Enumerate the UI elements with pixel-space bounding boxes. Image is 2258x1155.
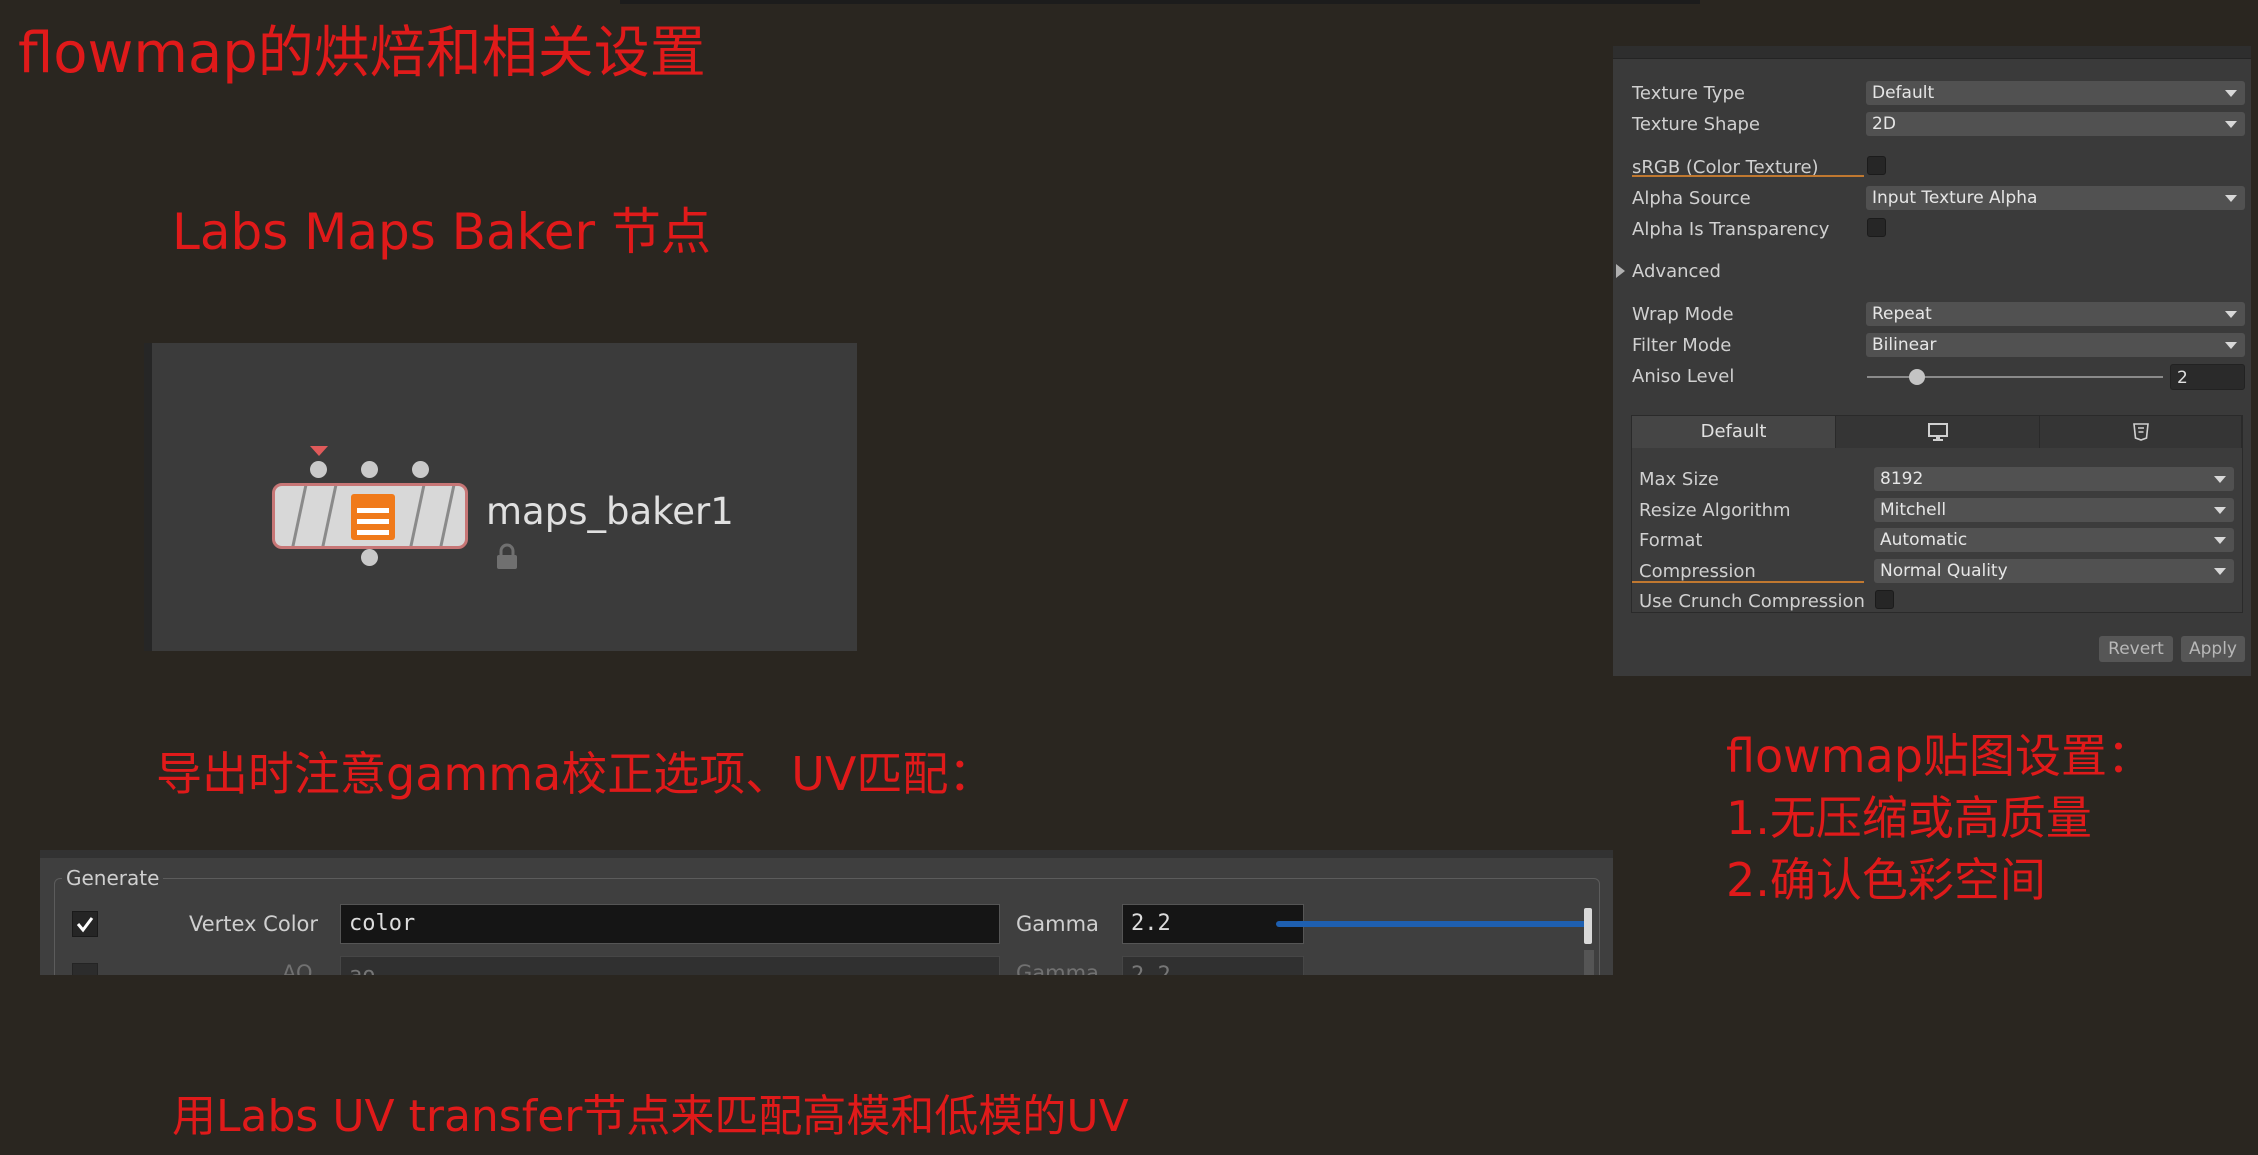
ao-field[interactable]: ao — [340, 956, 1000, 975]
chevron-down-icon — [2214, 476, 2226, 483]
crunch-label: Use Crunch Compression — [1639, 591, 1865, 612]
chevron-down-icon — [2225, 121, 2237, 128]
texture-shape-label: Texture Shape — [1632, 114, 1760, 135]
compression-dropdown[interactable]: Normal Quality — [1874, 559, 2234, 583]
lock-icon[interactable] — [494, 543, 520, 571]
wrap-mode-label: Wrap Mode — [1632, 304, 1734, 325]
chevron-down-icon — [2214, 507, 2226, 514]
compression-label: Compression — [1639, 561, 1756, 582]
texture-import-inspector: Texture Type Default Texture Shape 2D sR… — [1613, 46, 2251, 676]
gamma-slider-track[interactable] — [1276, 921, 1590, 927]
ao-checkbox[interactable] — [72, 963, 98, 975]
gamma-label: Gamma — [1016, 912, 1099, 936]
resize-algorithm-value: Mitchell — [1880, 500, 1947, 520]
filter-mode-label: Filter Mode — [1632, 335, 1732, 356]
compression-value: Normal Quality — [1880, 561, 2008, 581]
alpha-source-label: Alpha Source — [1632, 188, 1751, 209]
aniso-level-label: Aniso Level — [1632, 366, 1735, 387]
aniso-level-field[interactable]: 2 — [2170, 364, 2245, 390]
page-title: flowmap的烘焙和相关设置 — [18, 21, 706, 86]
tab-webgl[interactable] — [2040, 416, 2242, 448]
vertex-color-field[interactable]: color — [340, 904, 1000, 944]
ao-gamma-field[interactable]: 2.2 — [1122, 956, 1304, 975]
format-value: Automatic — [1880, 530, 1968, 550]
checkmark-icon — [76, 917, 94, 933]
wrap-mode-dropdown[interactable]: Repeat — [1866, 302, 2245, 326]
format-dropdown[interactable]: Automatic — [1874, 528, 2234, 552]
input-port-1[interactable] — [310, 461, 327, 478]
override-underline — [1632, 175, 1864, 177]
node-section-title: Labs Maps Baker 节点 — [172, 203, 711, 261]
display-flag-icon[interactable] — [310, 446, 328, 456]
export-note: 导出时注意gamma校正选项、UV匹配： — [156, 747, 995, 801]
chevron-down-icon — [2225, 90, 2237, 97]
texture-shape-value: 2D — [1872, 114, 1896, 134]
generate-title: Generate — [62, 866, 164, 890]
output-port[interactable] — [361, 549, 378, 566]
input-port-2[interactable] — [361, 461, 378, 478]
apply-button[interactable]: Apply — [2181, 636, 2245, 662]
texture-type-dropdown[interactable]: Default — [1866, 81, 2245, 105]
chevron-down-icon — [2214, 537, 2226, 544]
top-bar — [620, 0, 1700, 4]
vertex-color-label: Vertex Color — [189, 912, 319, 936]
monitor-icon — [1927, 423, 1948, 441]
tab-default[interactable]: Default — [1632, 416, 1836, 448]
texture-shape-dropdown[interactable]: 2D — [1866, 112, 2245, 136]
scrollbar[interactable] — [1584, 950, 1594, 975]
node-editor-panel: maps_baker1 — [144, 343, 857, 651]
html5-icon — [2132, 423, 2149, 441]
texture-type-label: Texture Type — [1632, 83, 1745, 104]
advanced-foldout[interactable]: Advanced — [1632, 261, 1721, 282]
ao-gamma-label: Gamma — [1016, 961, 1099, 975]
ao-label: AO — [282, 961, 313, 975]
srgb-checkbox[interactable] — [1867, 156, 1886, 175]
maps-baker-icon — [351, 494, 395, 540]
alpha-source-dropdown[interactable]: Input Texture Alpha — [1866, 186, 2245, 210]
texture-type-value: Default — [1872, 83, 1935, 103]
alpha-transparency-label: Alpha Is Transparency — [1632, 219, 1830, 240]
filter-mode-value: Bilinear — [1872, 335, 1937, 355]
revert-button[interactable]: Revert — [2099, 636, 2173, 662]
max-size-value: 8192 — [1880, 469, 1924, 489]
max-size-dropdown[interactable]: 8192 — [1874, 467, 2234, 491]
chevron-down-icon — [2225, 342, 2237, 349]
input-port-3[interactable] — [412, 461, 429, 478]
chevron-down-icon — [2225, 311, 2237, 318]
chevron-down-icon — [2214, 568, 2226, 575]
alpha-source-value: Input Texture Alpha — [1872, 188, 2038, 208]
generate-panel: Generate Vertex Color color Gamma 2.2 AO… — [40, 850, 1613, 975]
alpha-transparency-checkbox[interactable] — [1867, 218, 1886, 237]
maps-baker-node[interactable] — [272, 483, 468, 549]
filter-mode-dropdown[interactable]: Bilinear — [1866, 333, 2245, 357]
wrap-mode-value: Repeat — [1872, 304, 1932, 324]
vertex-color-checkbox[interactable] — [72, 911, 98, 937]
format-label: Format — [1639, 530, 1703, 551]
texture-note-title: flowmap贴图设置： — [1726, 729, 2153, 783]
override-underline — [1632, 581, 1864, 583]
resize-algorithm-dropdown[interactable]: Mitchell — [1874, 498, 2234, 522]
crunch-checkbox[interactable] — [1875, 590, 1894, 609]
node-name-label[interactable]: maps_baker1 — [486, 490, 734, 533]
chevron-down-icon — [2225, 195, 2237, 202]
max-size-label: Max Size — [1639, 469, 1719, 490]
uv-transfer-note: 用Labs UV transfer节点来匹配高模和低模的UV — [172, 1091, 1129, 1142]
texture-note-2: 2.确认色彩空间 — [1726, 853, 2046, 907]
panel-edge — [144, 343, 152, 651]
aniso-slider-thumb[interactable] — [1909, 369, 1925, 385]
resize-algorithm-label: Resize Algorithm — [1639, 500, 1791, 521]
gamma-slider-thumb[interactable] — [1584, 908, 1592, 944]
expand-arrow-icon[interactable] — [1616, 264, 1625, 278]
tab-standalone[interactable] — [1836, 416, 2040, 448]
platform-settings: Default Max Size 8192 Resize Algorithm M… — [1631, 415, 2243, 613]
texture-note-1: 1.无压缩或高质量 — [1726, 791, 2092, 845]
